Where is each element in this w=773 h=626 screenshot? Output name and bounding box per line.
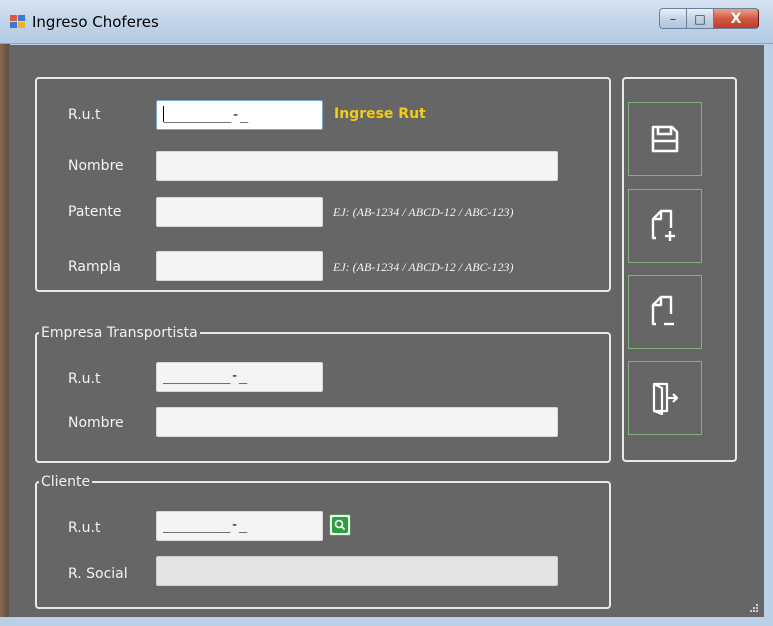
cliente-rut-input[interactable]: ________-_ xyxy=(156,511,323,541)
empresa-group: Empresa Transportista R.u.t ________-_ N… xyxy=(35,324,611,463)
add-document-icon xyxy=(651,209,675,241)
maximize-button[interactable]: □ xyxy=(686,8,713,29)
chofer-rut-label: R.u.t xyxy=(68,107,101,123)
empresa-legend: Empresa Transportista xyxy=(39,324,200,342)
search-icon xyxy=(332,517,348,533)
maximize-icon: □ xyxy=(694,11,706,26)
resize-grip-icon[interactable] xyxy=(748,602,758,612)
form-client-area: R.u.t ________-_ Ingrese Rut Nombre Pate… xyxy=(9,45,764,626)
chofer-patente-hint: EJ: (AB-1234 / ABCD-12 / ABC-123) xyxy=(333,205,514,219)
chofer-rampla-label: Rampla xyxy=(68,259,121,275)
minimize-button[interactable]: – xyxy=(659,8,686,29)
chofer-patente-label: Patente xyxy=(68,204,122,220)
cliente-razon-label: R. Social xyxy=(68,566,128,582)
exit-icon xyxy=(652,382,679,415)
chofer-patente-input[interactable] xyxy=(156,197,323,227)
cliente-legend: Cliente xyxy=(39,473,93,491)
close-icon: X xyxy=(730,10,742,27)
chofer-rut-hint: Ingrese Rut xyxy=(334,106,426,122)
empresa-rut-input[interactable]: ________-_ xyxy=(156,362,323,392)
empresa-nombre-input[interactable] xyxy=(156,407,558,437)
chofer-rut-input[interactable]: ________-_ xyxy=(156,100,323,130)
window-bottom-border xyxy=(0,617,773,626)
minimize-icon: – xyxy=(670,11,676,26)
search-client-button[interactable] xyxy=(329,514,351,536)
app-window: Ingreso Choferes – □ X R.u.t ________-_ … xyxy=(0,0,773,626)
empresa-nombre-label: Nombre xyxy=(68,415,124,431)
chofer-rut-value: ________-_ xyxy=(164,107,249,123)
toolbar-group xyxy=(622,77,737,462)
cliente-razon-input xyxy=(156,556,558,586)
window-controls: – □ X xyxy=(659,8,759,30)
save-button[interactable] xyxy=(628,102,702,176)
chofer-group: R.u.t ________-_ Ingrese Rut Nombre Pate… xyxy=(35,77,611,292)
chofer-nombre-label: Nombre xyxy=(68,158,124,174)
remove-document-icon xyxy=(651,295,674,326)
chofer-rampla-hint: EJ: (AB-1234 / ABCD-12 / ABC-123) xyxy=(333,260,514,274)
chofer-rampla-input[interactable] xyxy=(156,251,323,281)
delete-button[interactable] xyxy=(628,275,702,349)
window-title: Ingreso Choferes xyxy=(32,13,159,31)
save-icon xyxy=(651,125,679,153)
close-button[interactable]: X xyxy=(713,8,759,29)
chofer-nombre-input[interactable] xyxy=(156,151,558,181)
new-button[interactable] xyxy=(628,189,702,263)
empresa-rut-label: R.u.t xyxy=(68,371,101,387)
app-icon xyxy=(10,15,26,29)
cliente-rut-label: R.u.t xyxy=(68,520,101,536)
title-bar[interactable]: Ingreso Choferes – □ X xyxy=(0,0,773,44)
exit-button[interactable] xyxy=(628,361,702,435)
cliente-group: Cliente R.u.t ________-_ R. Social xyxy=(35,473,611,609)
